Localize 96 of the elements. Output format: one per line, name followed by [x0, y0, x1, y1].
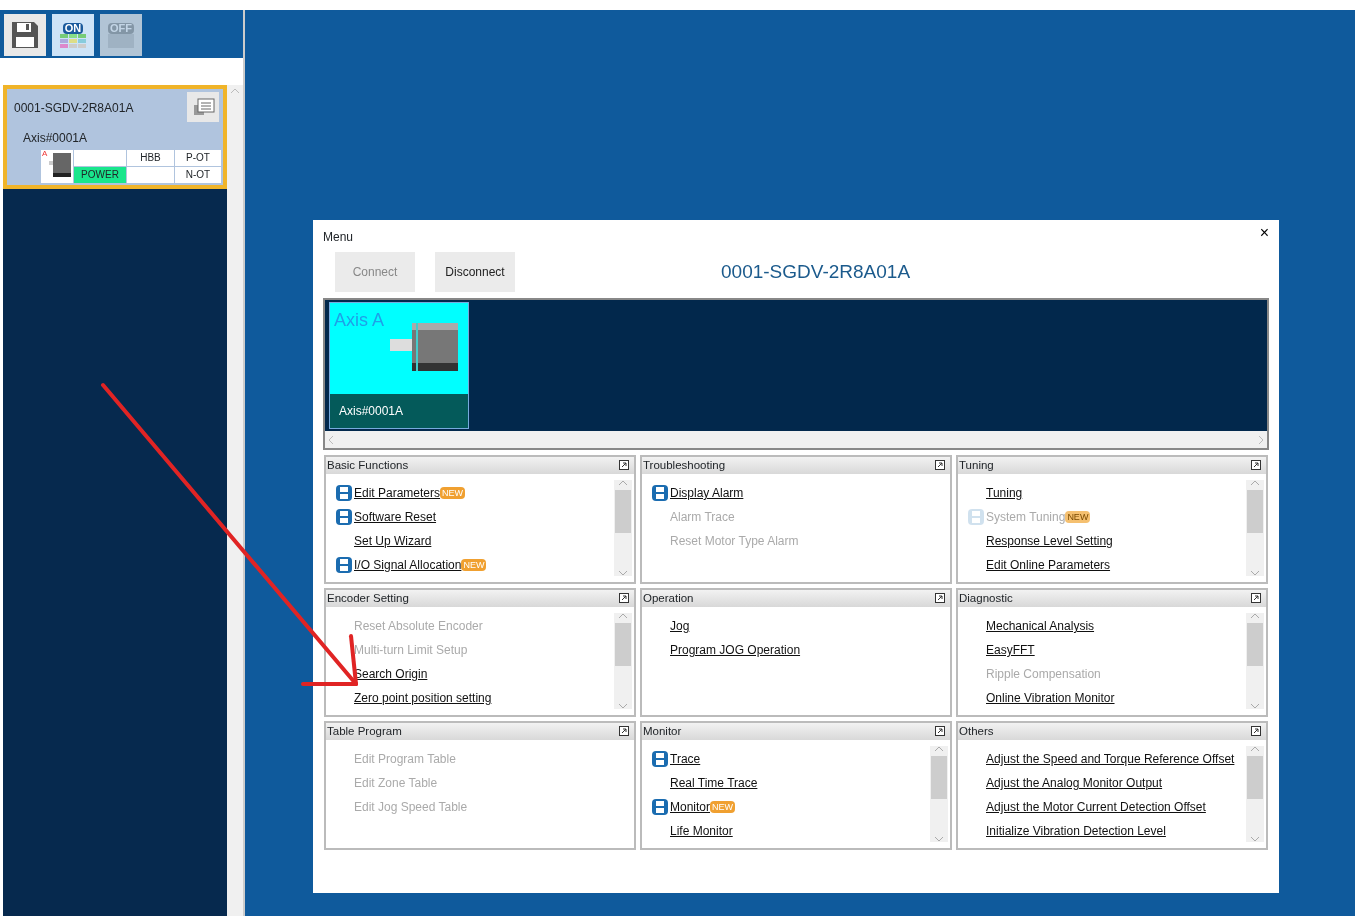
save-icon	[10, 20, 40, 50]
new-badge: NEW	[440, 487, 466, 499]
popout-icon[interactable]	[935, 726, 945, 736]
blank-panel-icon	[108, 33, 134, 48]
menu-link[interactable]: Online Vibration Monitor	[986, 689, 1115, 707]
status-cell: POWER	[74, 167, 126, 183]
popout-icon[interactable]	[1251, 593, 1261, 603]
menu-link[interactable]: Initialize Vibration Detection Level	[986, 822, 1166, 840]
menu-link[interactable]: Software Reset	[354, 508, 437, 526]
scroll-up-icon[interactable]	[618, 613, 628, 619]
scrollbar[interactable]	[1246, 746, 1264, 842]
menu-link[interactable]: Program JOG Operation	[670, 641, 801, 659]
scroll-down-icon[interactable]	[934, 836, 944, 842]
section-title: Basic Functions	[327, 458, 409, 473]
dialog-title: Menu	[323, 229, 354, 246]
menu-link[interactable]: Set Up Wizard	[354, 532, 432, 550]
program-icon	[652, 751, 668, 767]
menu-link[interactable]: Edit Parameters	[354, 484, 441, 502]
list-view-button[interactable]	[187, 92, 219, 122]
list-view-icon	[193, 97, 215, 117]
scroll-down-icon[interactable]	[618, 570, 628, 576]
status-cell: HBB	[127, 150, 174, 166]
popout-icon[interactable]	[935, 460, 945, 470]
scroll-right-icon[interactable]	[1258, 434, 1264, 445]
scrollbar[interactable]	[1246, 480, 1264, 576]
popout-icon[interactable]	[619, 726, 629, 736]
grid-icon	[60, 33, 86, 48]
scroll-up-icon[interactable]	[1250, 746, 1260, 752]
axis-name: Axis#0001A	[23, 130, 89, 147]
scroll-down-icon[interactable]	[1250, 570, 1260, 576]
popout-icon[interactable]	[935, 593, 945, 603]
menu-link[interactable]: Zero point position setting	[354, 689, 492, 707]
device-name: 0001-SGDV-2R8A01A	[14, 100, 134, 117]
section-title: Operation	[643, 591, 694, 606]
menu-link[interactable]: Adjust the Analog Monitor Output	[986, 774, 1163, 792]
scrollbar[interactable]	[614, 613, 632, 709]
menu-link[interactable]: Adjust the Speed and Torque Reference Offset	[986, 750, 1235, 768]
menu-link[interactable]: Adjust the Motor Current Detection Offset	[986, 798, 1206, 816]
device-title: 0001-SGDV-2R8A01A	[721, 259, 911, 284]
motor-icon	[390, 323, 458, 371]
status-cell: P-OT	[175, 150, 221, 166]
menu-link[interactable]: Edit Online Parameters	[986, 556, 1111, 574]
program-icon	[336, 485, 352, 501]
menu-link[interactable]: Life Monitor	[670, 822, 733, 840]
scroll-up-icon[interactable]	[934, 746, 944, 752]
program-icon	[652, 485, 668, 501]
close-button[interactable]: ×	[1259, 224, 1269, 242]
scrollbar[interactable]	[614, 480, 632, 576]
popout-icon[interactable]	[1251, 460, 1261, 470]
axis-letter: A	[42, 148, 48, 160]
menu-link[interactable]: Real Time Trace	[670, 774, 758, 792]
section-title: Diagnostic	[959, 591, 1013, 606]
new-badge: NEW	[710, 801, 735, 813]
popout-icon[interactable]	[1251, 726, 1261, 736]
program-icon	[336, 509, 352, 525]
scroll-down-icon[interactable]	[1250, 703, 1260, 709]
menu-link[interactable]: Display Alarm	[670, 484, 744, 502]
scrollbar[interactable]	[930, 746, 948, 842]
motor-icon	[49, 153, 71, 177]
scroll-up-icon[interactable]	[1250, 613, 1260, 619]
section-title: Table Program	[327, 724, 402, 739]
status-cell: N-OT	[175, 167, 221, 183]
action-button[interactable]: Disconnect	[435, 252, 515, 292]
scroll-up-icon[interactable]	[230, 88, 240, 94]
axis-tile[interactable]: Axis A Axis#0001A	[329, 302, 469, 429]
section-title: Troubleshooting	[643, 458, 726, 473]
on-button[interactable]: ON	[52, 14, 94, 56]
menu-link[interactable]: Trace	[670, 750, 701, 768]
program-icon	[968, 509, 984, 525]
scroll-down-icon[interactable]	[618, 703, 628, 709]
device-card[interactable]: 0001-SGDV-2R8A01A Axis#0001A A HBB P-OT POWER N-OT	[3, 85, 227, 189]
scroll-up-icon[interactable]	[1250, 480, 1260, 486]
menu-link[interactable]: EasyFFT	[986, 641, 1035, 659]
section-title: Tuning	[959, 458, 994, 473]
new-badge: NEW	[461, 559, 487, 571]
scroll-left-icon[interactable]	[328, 434, 334, 445]
popout-icon[interactable]	[619, 460, 629, 470]
section-title: Encoder Setting	[327, 591, 409, 606]
menu-link[interactable]: Mechanical Analysis	[986, 617, 1095, 635]
save-button[interactable]	[4, 14, 46, 56]
scroll-down-icon[interactable]	[1250, 836, 1260, 842]
scrollbar[interactable]	[1246, 613, 1264, 709]
axis-title: Axis A	[334, 309, 385, 332]
new-badge: NEW	[1065, 511, 1091, 523]
axis-name: Axis#0001A	[330, 394, 468, 428]
menu-link[interactable]: Response Level Setting	[986, 532, 1113, 550]
program-icon	[652, 799, 668, 815]
section-title: Monitor	[643, 724, 682, 739]
menu-link[interactable]: Monitor	[670, 798, 710, 816]
popout-icon[interactable]	[619, 593, 629, 603]
menu-link[interactable]: Tuning	[986, 484, 1023, 502]
menu-link[interactable]: Jog	[670, 617, 690, 635]
section-title: Others	[959, 724, 994, 739]
scroll-up-icon[interactable]	[618, 480, 628, 486]
program-icon	[336, 557, 352, 573]
menu-link[interactable]: I/O Signal Allocation	[354, 556, 462, 574]
